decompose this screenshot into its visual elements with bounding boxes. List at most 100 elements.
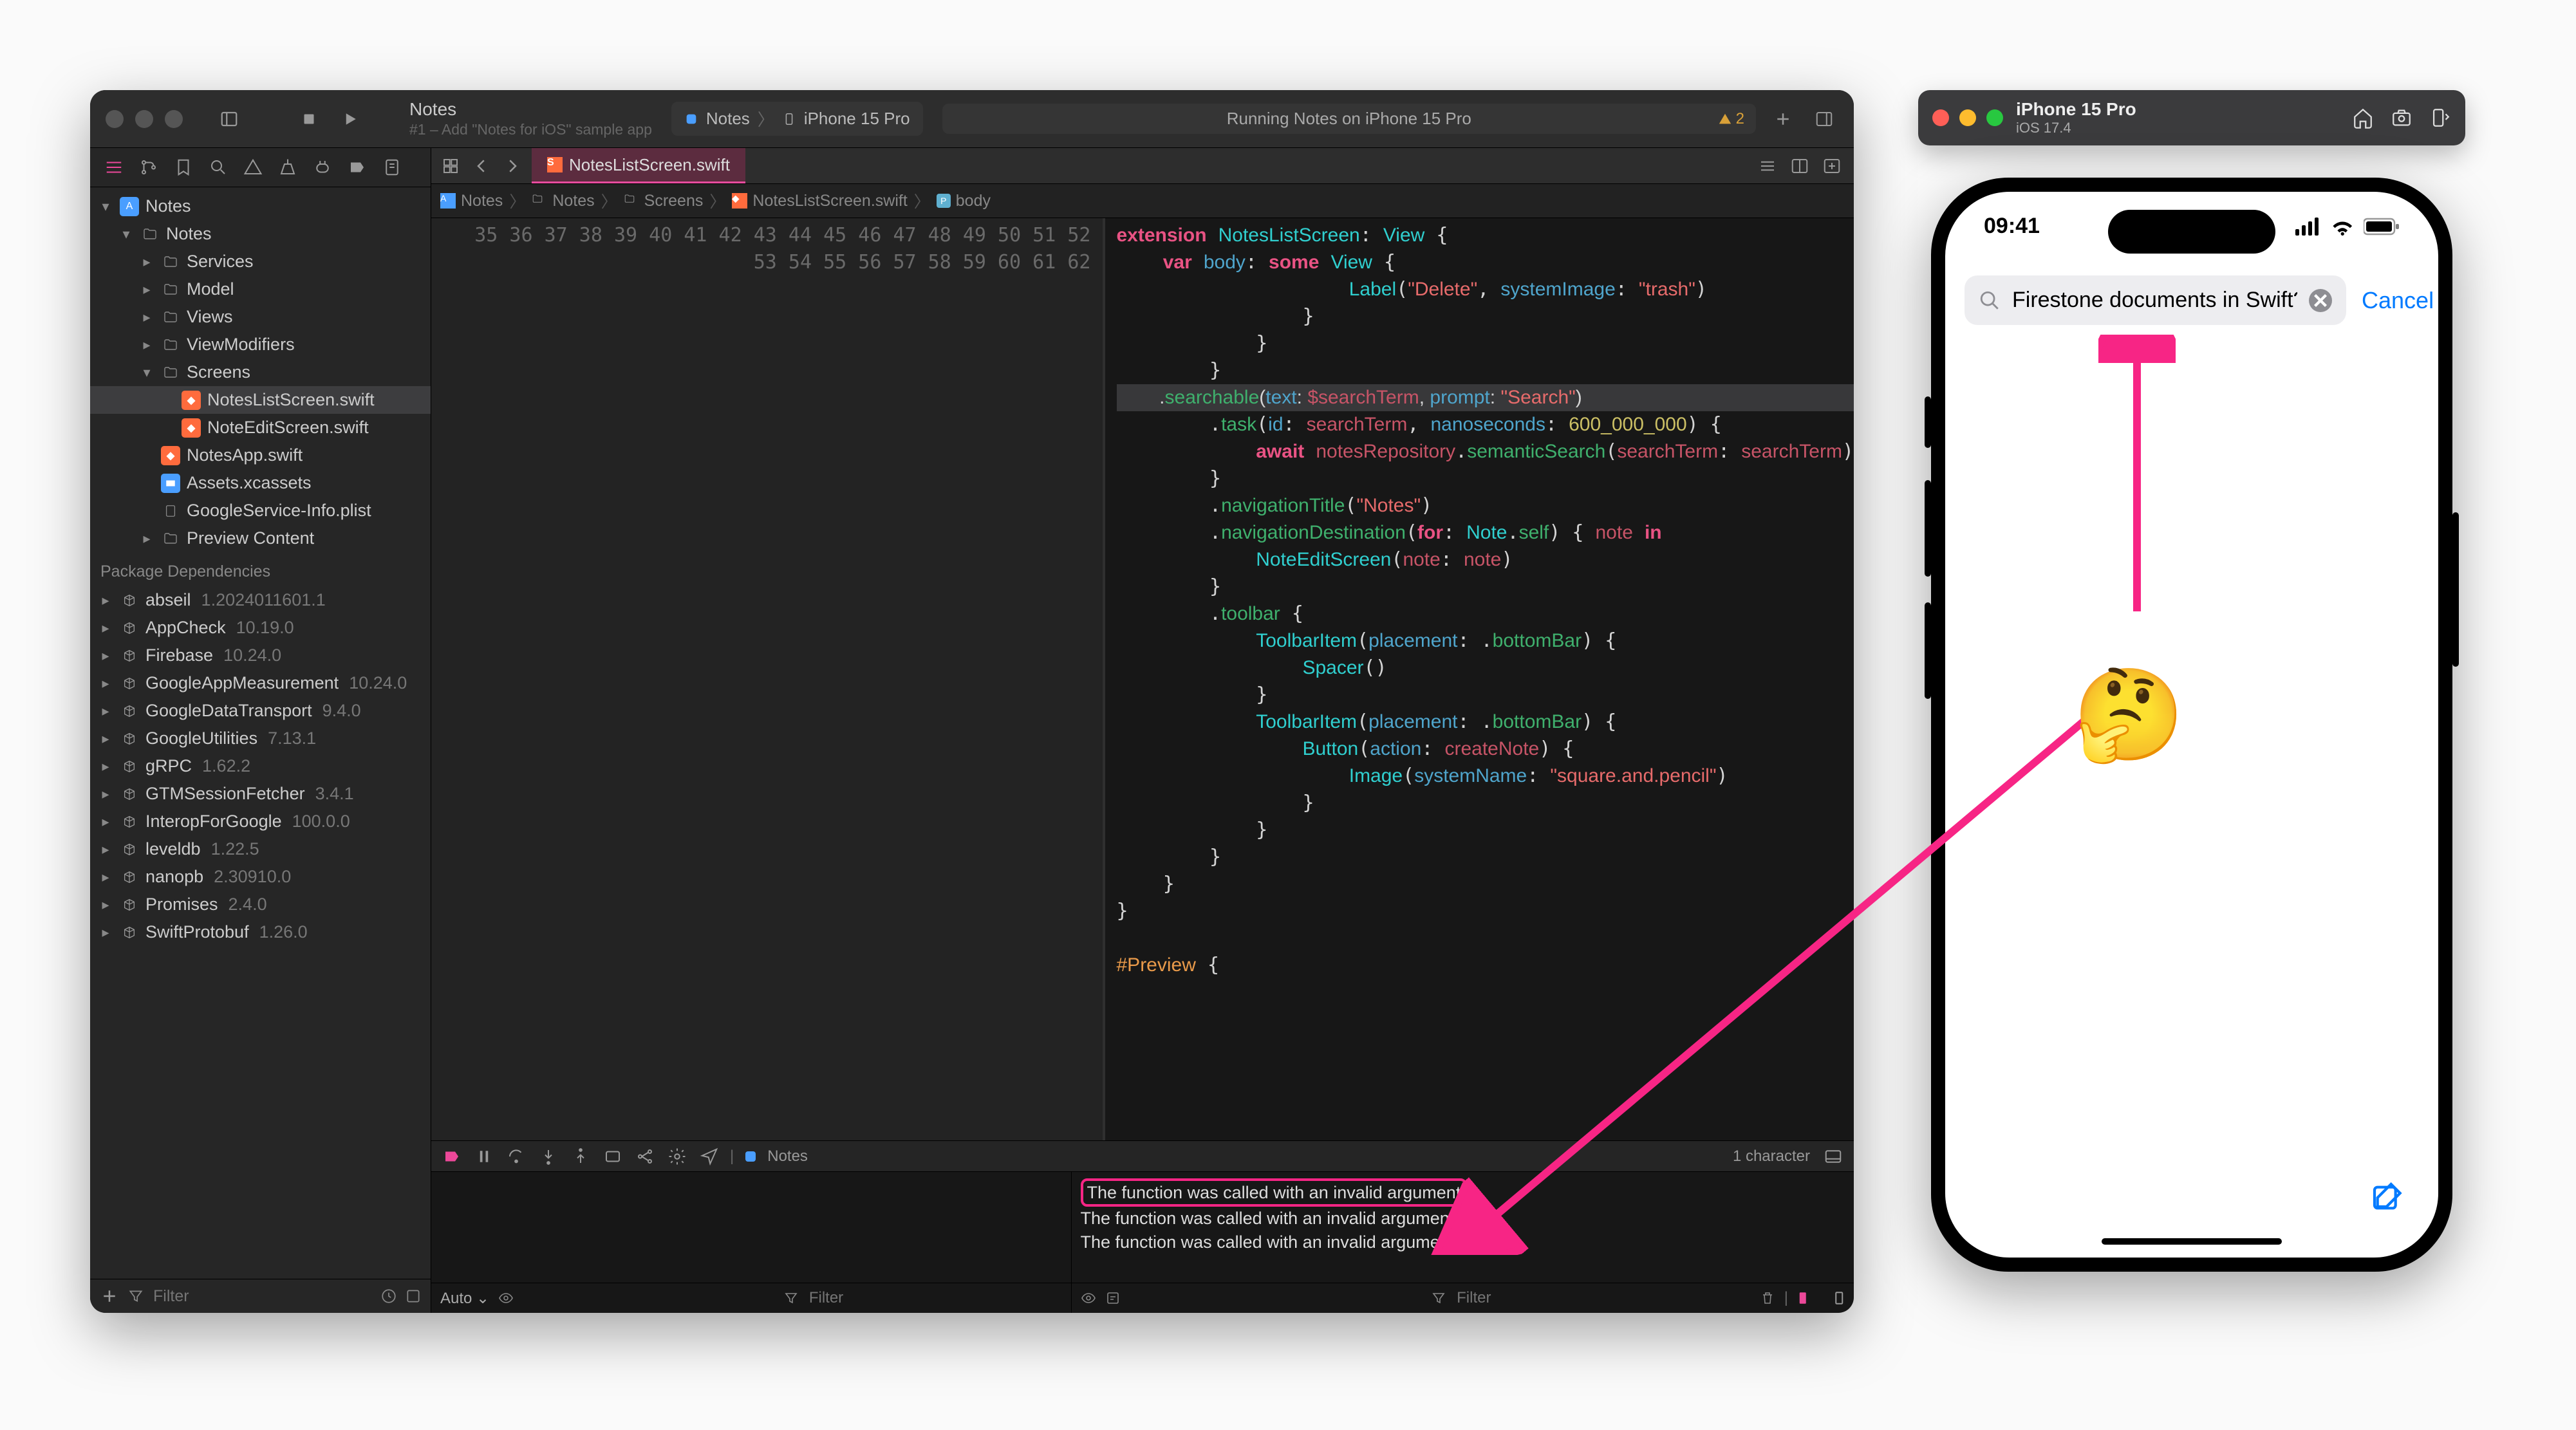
report-navigator-icon[interactable] <box>376 154 408 180</box>
tree-row[interactable]: ▾Notes <box>90 220 431 248</box>
sim-maximize-button[interactable] <box>1986 109 2003 126</box>
editor-options-icon[interactable] <box>1753 152 1782 180</box>
issue-navigator-icon[interactable] <box>237 154 269 180</box>
related-items-icon[interactable] <box>438 153 463 179</box>
add-file-button[interactable] <box>99 1286 120 1306</box>
quicklook-icon[interactable] <box>1081 1290 1096 1306</box>
variables-view[interactable] <box>431 1172 1071 1283</box>
metadata-icon[interactable] <box>1105 1290 1121 1306</box>
tree-row[interactable]: ▸GoogleDataTransport9.4.0 <box>90 697 431 725</box>
console-filter-input[interactable] <box>1455 1288 1751 1308</box>
sim-minimize-button[interactable] <box>1959 109 1976 126</box>
jumpbar-segment[interactable]: Notes <box>532 192 594 210</box>
jumpbar-segment[interactable]: ANotes <box>440 192 503 210</box>
add-editor-icon[interactable] <box>1818 152 1846 180</box>
quicklook-icon[interactable] <box>498 1290 514 1306</box>
editor-tab[interactable]: S NotesListScreen.swift <box>532 148 745 183</box>
auto-scope-selector[interactable]: Auto ⌄ <box>440 1289 489 1308</box>
jumpbar-segment[interactable]: Screens <box>624 192 704 210</box>
scheme-selector[interactable]: Notes 〉 iPhone 15 Pro <box>671 102 923 136</box>
warnings-badge[interactable]: 2 <box>1718 110 1744 128</box>
search-cancel-button[interactable]: Cancel <box>2362 287 2434 314</box>
tree-row[interactable]: ▸SwiftProtobuf1.26.0 <box>90 918 431 946</box>
jumpbar-segment[interactable]: ◆NotesListScreen.swift <box>732 192 907 210</box>
project-navigator-icon[interactable] <box>98 154 130 180</box>
tree-row[interactable]: ▸nanopb2.30910.0 <box>90 863 431 891</box>
breakpoint-toggle-icon[interactable] <box>440 1145 463 1168</box>
bookmark-navigator-icon[interactable] <box>167 154 200 180</box>
screenshot-icon[interactable] <box>2391 107 2413 129</box>
jump-bar[interactable]: ANotes〉Notes〉Screens〉◆NotesListScreen.sw… <box>431 184 1854 218</box>
breakpoint-navigator-icon[interactable] <box>341 154 373 180</box>
jumpbar-segment[interactable]: Pbody <box>937 192 991 210</box>
scm-filter-icon[interactable] <box>405 1288 422 1305</box>
step-into-icon[interactable] <box>537 1145 560 1168</box>
tree-row[interactable]: GoogleService-Info.plist <box>90 497 431 525</box>
step-out-icon[interactable] <box>569 1145 592 1168</box>
tree-row[interactable]: ▸Preview Content <box>90 525 431 552</box>
run-button[interactable] <box>336 105 364 133</box>
home-indicator[interactable] <box>2102 1238 2282 1245</box>
close-button[interactable] <box>106 110 124 128</box>
project-tree[interactable]: ▾ANotes▾Notes▸Services▸Model▸Views▸ViewM… <box>90 187 431 1279</box>
mute-switch[interactable] <box>1925 396 1931 448</box>
search-field[interactable] <box>1965 275 2346 325</box>
minimize-button[interactable] <box>135 110 153 128</box>
tree-row[interactable]: ▸ViewModifiers <box>90 331 431 358</box>
tree-row[interactable]: ▸gRPC1.62.2 <box>90 752 431 780</box>
tree-row[interactable]: ▸Firebase10.24.0 <box>90 642 431 669</box>
power-button[interactable] <box>2452 512 2459 667</box>
tree-row[interactable]: ▸Services <box>90 248 431 275</box>
code-editor[interactable]: 35 36 37 38 39 40 41 42 43 44 45 46 47 4… <box>431 218 1854 1140</box>
search-input[interactable] <box>2011 287 2299 313</box>
back-button[interactable] <box>469 153 494 179</box>
tree-row[interactable]: ▸AppCheck10.19.0 <box>90 614 431 642</box>
tree-row[interactable]: ▸Model <box>90 275 431 303</box>
volume-up-button[interactable] <box>1925 480 1931 577</box>
console-output[interactable]: The function was called with an invalid … <box>1072 1172 1854 1283</box>
home-icon[interactable] <box>2352 107 2374 129</box>
tree-row[interactable]: Assets.xcassets <box>90 469 431 497</box>
tree-row[interactable]: ◆NoteEditScreen.swift <box>90 414 431 441</box>
code-content[interactable]: extension NotesListScreen: View { var bo… <box>1105 218 1854 1140</box>
tree-row[interactable]: ▸abseil1.2024011601.1 <box>90 586 431 614</box>
maximize-button[interactable] <box>165 110 183 128</box>
pause-icon[interactable] <box>472 1145 496 1168</box>
console-left-pane-icon[interactable] <box>1797 1288 1816 1308</box>
console-right-pane-icon[interactable] <box>1825 1288 1845 1308</box>
scheme-title[interactable]: Notes #1 – Add "Notes for iOS" sample ap… <box>409 99 652 138</box>
debug-view-icon[interactable] <box>601 1145 624 1168</box>
clear-search-button[interactable] <box>2309 289 2332 312</box>
add-button[interactable] <box>1769 105 1797 133</box>
step-over-icon[interactable] <box>505 1145 528 1168</box>
recent-filter-icon[interactable] <box>380 1288 397 1305</box>
rotate-icon[interactable] <box>2429 107 2451 129</box>
trash-icon[interactable] <box>1760 1290 1775 1306</box>
adjust-editor-icon[interactable] <box>1786 152 1814 180</box>
tree-row[interactable]: ▸Promises2.4.0 <box>90 891 431 918</box>
tree-row[interactable]: ▸GTMSessionFetcher3.4.1 <box>90 780 431 808</box>
tree-row[interactable]: ▸Views <box>90 303 431 331</box>
env-overrides-icon[interactable] <box>666 1145 689 1168</box>
sim-close-button[interactable] <box>1932 109 1949 126</box>
location-icon[interactable] <box>698 1145 721 1168</box>
sidebar-toggle-icon[interactable] <box>215 105 243 133</box>
tree-row[interactable]: ▸leveldb1.22.5 <box>90 835 431 863</box>
volume-down-button[interactable] <box>1925 602 1931 699</box>
phone-screen[interactable]: 09:41 Cancel <box>1945 192 2438 1258</box>
forward-button[interactable] <box>499 153 525 179</box>
console-toggle-icon[interactable] <box>1822 1145 1845 1168</box>
stop-button[interactable] <box>295 105 323 133</box>
debug-navigator-icon[interactable] <box>306 154 339 180</box>
source-control-navigator-icon[interactable] <box>133 154 165 180</box>
variables-filter-input[interactable] <box>808 1288 1062 1308</box>
tree-row[interactable]: ▸InteropForGoogle100.0.0 <box>90 808 431 835</box>
tree-row[interactable]: ◆NotesApp.swift <box>90 441 431 469</box>
navigator-filter-input[interactable] <box>152 1286 373 1306</box>
tree-row[interactable]: ▾ANotes <box>90 192 431 220</box>
memory-graph-icon[interactable] <box>633 1145 657 1168</box>
find-navigator-icon[interactable] <box>202 154 234 180</box>
test-navigator-icon[interactable] <box>272 154 304 180</box>
activity-status[interactable]: Running Notes on iPhone 15 Pro 2 <box>942 104 1756 134</box>
tree-row[interactable]: ▸GoogleUtilities7.13.1 <box>90 725 431 752</box>
